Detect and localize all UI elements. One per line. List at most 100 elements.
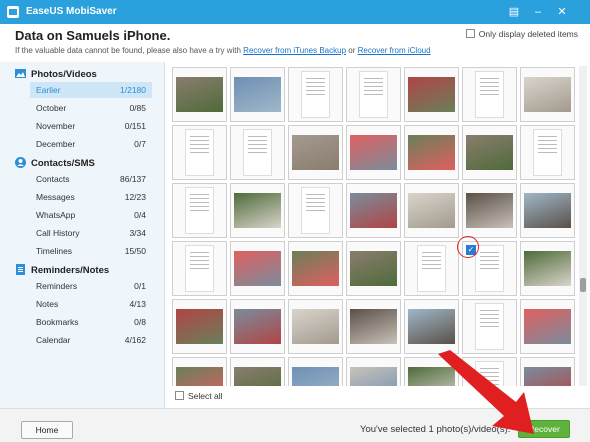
photo-thumbnail[interactable] <box>288 67 343 122</box>
photo-thumbnail[interactable] <box>172 241 227 296</box>
thumbnail-image <box>234 77 281 112</box>
photo-thumbnail[interactable] <box>288 299 343 354</box>
item-label: October <box>36 103 67 113</box>
reminders-icon <box>16 264 25 275</box>
sidebar-item-november[interactable]: November 0/151 <box>36 118 152 134</box>
photo-thumbnail[interactable] <box>462 183 517 238</box>
photo-thumbnail[interactable] <box>172 183 227 238</box>
photo-thumbnail[interactable] <box>346 125 401 180</box>
sidebar-item-october[interactable]: October 0/85 <box>36 100 152 116</box>
photo-thumbnail[interactable] <box>346 241 401 296</box>
photo-thumbnail[interactable] <box>404 125 459 180</box>
photo-thumbnail[interactable] <box>520 241 575 296</box>
thumbnail-image <box>533 129 562 176</box>
only-deleted-checkbox[interactable] <box>465 29 475 38</box>
sidebar-item-earlier[interactable]: Earlier 1/2180 <box>30 82 152 98</box>
only-deleted-toggle[interactable]: Only display deleted items <box>465 29 578 39</box>
photo-thumbnail[interactable] <box>404 183 459 238</box>
photo-thumbnail[interactable] <box>346 357 401 386</box>
photo-thumbnail[interactable] <box>520 67 575 122</box>
photo-thumbnail[interactable] <box>404 357 459 386</box>
photos-icon <box>15 69 26 78</box>
thumbnail-image <box>350 309 397 344</box>
photo-thumbnail[interactable] <box>462 67 517 122</box>
scrollbar-thumb[interactable] <box>580 278 586 292</box>
thumbnail-image <box>185 187 214 234</box>
photo-thumbnail[interactable] <box>288 183 343 238</box>
thumbnail-image <box>408 135 455 170</box>
home-button[interactable]: Home <box>21 421 73 439</box>
recover-button[interactable]: Recover <box>518 420 570 438</box>
sidebar-item-messages[interactable]: Messages 12/23 <box>36 189 152 205</box>
sidebar-item-notes[interactable]: Notes 4/13 <box>36 296 152 312</box>
photo-thumbnail[interactable] <box>288 125 343 180</box>
photo-thumbnail[interactable] <box>462 357 517 386</box>
sidebar-item-calendar[interactable]: Calendar 4/162 <box>36 332 152 348</box>
photo-thumbnail[interactable] <box>172 125 227 180</box>
item-count: 0/8 <box>134 317 146 327</box>
photo-thumbnail[interactable] <box>404 299 459 354</box>
photo-thumbnail[interactable] <box>230 183 285 238</box>
photo-thumbnail[interactable] <box>462 125 517 180</box>
photo-thumbnail[interactable] <box>346 183 401 238</box>
photo-thumbnail[interactable] <box>230 357 285 386</box>
sidebar-item-december[interactable]: December 0/7 <box>36 136 152 152</box>
sidebar-item-timelines[interactable]: Timelines 15/50 <box>36 243 152 259</box>
recover-itunes-link[interactable]: Recover from iTunes Backup <box>243 46 346 55</box>
sidebar-item-reminders[interactable]: Reminders 0/1 <box>36 278 152 294</box>
menu-icon[interactable]: ▤ <box>506 4 522 20</box>
photo-thumbnail[interactable] <box>230 67 285 122</box>
photo-thumbnail[interactable] <box>520 357 575 386</box>
thumbnail-image <box>524 193 571 228</box>
item-count: 0/85 <box>129 103 146 113</box>
photo-thumbnail[interactable] <box>404 67 459 122</box>
minimize-icon[interactable]: – <box>530 4 546 20</box>
sidebar-item-bookmarks[interactable]: Bookmarks 0/8 <box>36 314 152 330</box>
category-reminders-notes[interactable]: Reminders/Notes <box>15 264 109 276</box>
photo-thumbnail[interactable] <box>172 67 227 122</box>
category-contacts-sms[interactable]: Contacts/SMS <box>15 157 95 169</box>
photo-thumbnail[interactable] <box>346 67 401 122</box>
item-label: Bookmarks <box>36 317 79 327</box>
grid-scrollbar[interactable] <box>579 66 587 386</box>
item-label: Timelines <box>36 246 73 256</box>
footer: Home You've selected 1 photo(s)/video(s)… <box>0 408 590 442</box>
item-count: 0/151 <box>124 121 146 131</box>
photo-thumbnail[interactable] <box>230 299 285 354</box>
photo-thumbnail[interactable] <box>520 183 575 238</box>
photo-thumbnail[interactable] <box>404 241 459 296</box>
sidebar-item-contacts[interactable]: Contacts 86/137 <box>36 171 152 187</box>
photo-thumbnail[interactable] <box>172 357 227 386</box>
select-all-control[interactable]: Select all <box>171 388 577 404</box>
photo-thumbnail[interactable] <box>288 241 343 296</box>
category-photos-videos[interactable]: Photos/Videos <box>15 68 97 80</box>
app-title: EaseUS MobiSaver <box>26 6 117 17</box>
photo-thumbnail[interactable] <box>462 299 517 354</box>
thumbnail-image <box>408 367 455 386</box>
item-label: Calendar <box>36 335 71 345</box>
photo-thumbnail[interactable] <box>288 357 343 386</box>
photo-thumbnail[interactable] <box>230 125 285 180</box>
thumbnail-image <box>234 367 281 386</box>
page-title: Data on Samuels iPhone. <box>15 28 171 43</box>
title-bar: EaseUS MobiSaver ▤ – ✕ <box>0 0 590 24</box>
item-count: 3/34 <box>129 228 146 238</box>
thumbnail-image <box>475 361 504 386</box>
thumbnail-image <box>350 367 397 386</box>
photo-thumbnail[interactable] <box>520 125 575 180</box>
photo-thumbnail[interactable] <box>346 299 401 354</box>
sidebar-item-whatsapp[interactable]: WhatsApp 0/4 <box>36 207 152 223</box>
photo-thumbnail[interactable] <box>172 299 227 354</box>
recover-icloud-link[interactable]: Recover from iCloud <box>358 46 431 55</box>
item-label: Contacts <box>36 174 70 184</box>
thumbnail-image <box>475 245 504 292</box>
select-all-checkbox[interactable] <box>175 391 184 400</box>
thumbnail-image <box>176 367 223 386</box>
close-icon[interactable]: ✕ <box>554 4 570 20</box>
thumbnail-image <box>408 309 455 344</box>
sidebar: Photos/Videos Earlier 1/2180 October 0/85 … <box>0 62 165 408</box>
thumbnail-image <box>185 129 214 176</box>
photo-thumbnail[interactable] <box>520 299 575 354</box>
sidebar-item-call-history[interactable]: Call History 3/34 <box>36 225 152 241</box>
photo-thumbnail[interactable] <box>230 241 285 296</box>
